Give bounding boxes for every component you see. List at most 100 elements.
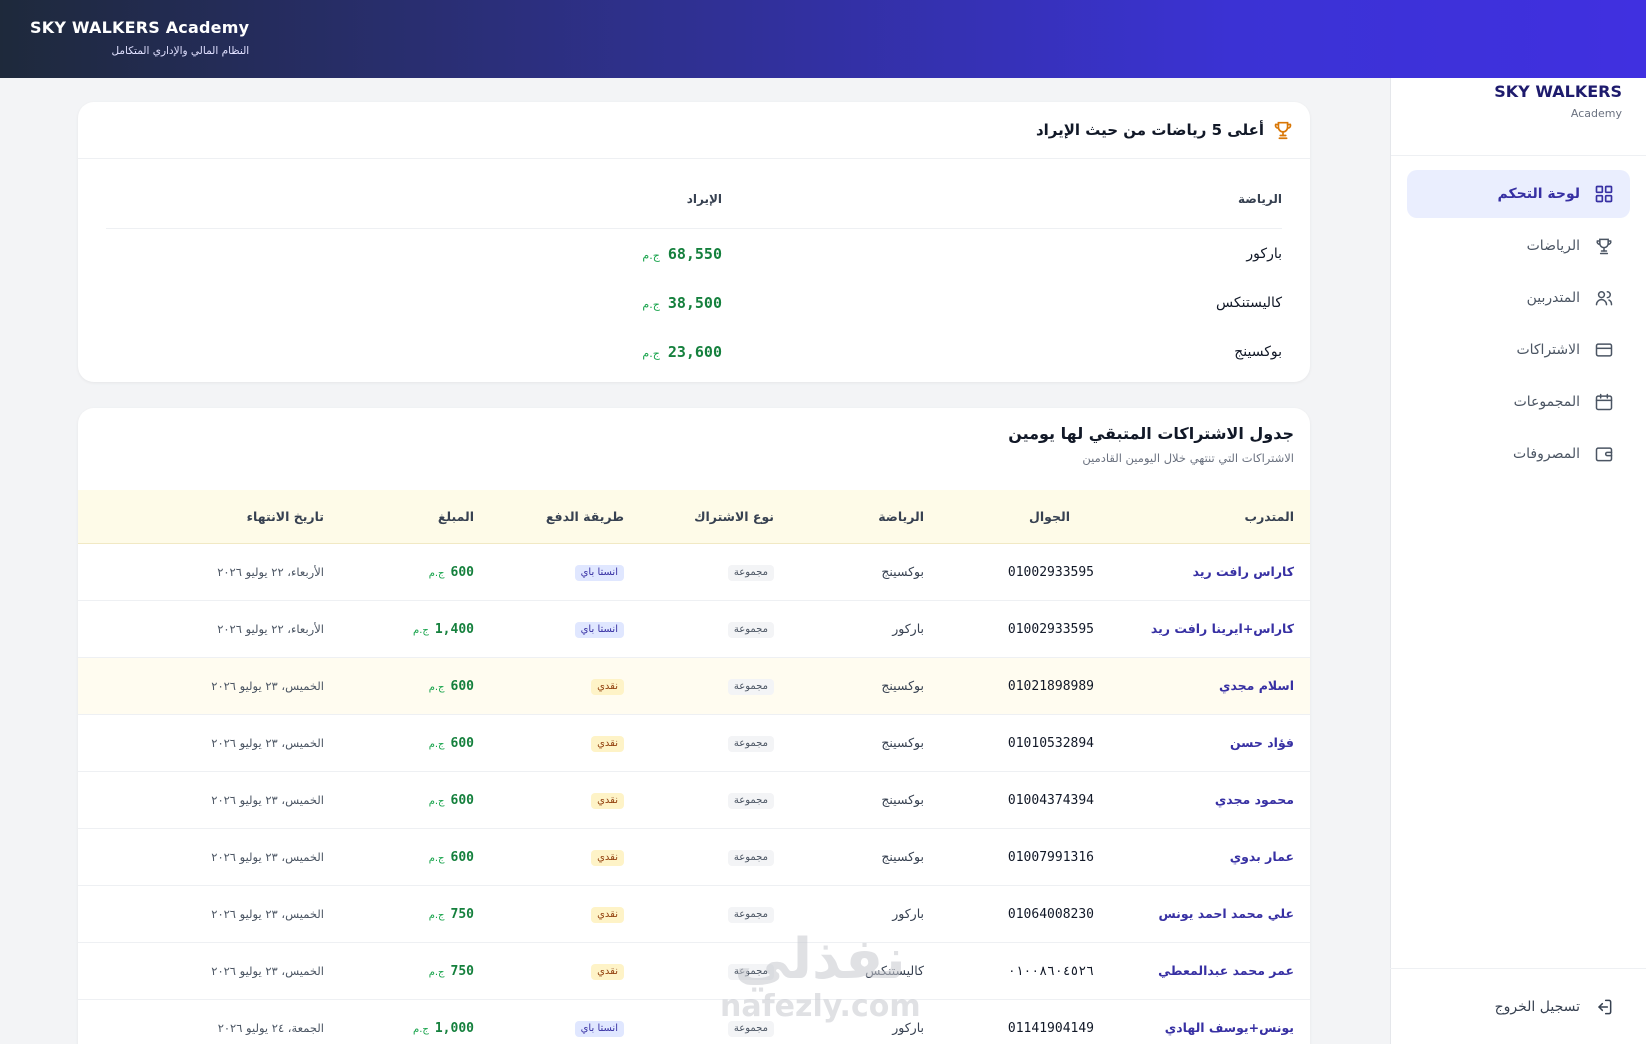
sport-name: بوكسينج <box>881 735 924 750</box>
header-title: SKY WALKERS Academy <box>30 18 250 37</box>
sidebar-item-trainees[interactable]: المتدربين <box>1407 274 1630 322</box>
sidebar-item-groups[interactable]: المجموعات <box>1407 378 1630 426</box>
trainee-name-link[interactable]: يونس+يوسف الهادي <box>1165 1020 1294 1035</box>
amount-value: 1,000 <box>434 1020 474 1036</box>
table-row: كاراس رافت ريد 01002933595 بوكسينج مجموع… <box>78 543 1310 601</box>
col-payment-header[interactable]: طريقة الدفع <box>490 490 640 544</box>
payment-method-badge: نقدي <box>591 906 624 923</box>
trainee-name-link[interactable]: كاراس+ايرينا رافت ريد <box>1151 621 1294 636</box>
end-date: الأربعاء، ٢٢ يوليو ٢٠٢٦ <box>217 565 324 579</box>
sidebar: SKY WALKERS Academy لوحة التحكم الرياضات… <box>1390 78 1646 1044</box>
currency-label: ج.م <box>413 624 429 636</box>
revenue-amount: 23,600 <box>667 342 722 361</box>
currency-label: ج.م <box>642 346 660 360</box>
currency-label: ج.م <box>428 795 445 807</box>
top-sports-card: أعلى 5 رياضات من حيث الإيراد الرياضة الإ… <box>78 102 1310 382</box>
subscription-type-badge: مجموعة <box>727 621 774 638</box>
amount-value: 600 <box>450 792 474 808</box>
payment-method-badge: نقدي <box>591 849 624 866</box>
end-date: الجمعة، ٢٤ يوليو ٢٠٢٦ <box>217 1021 324 1035</box>
header-subtitle: النظام المالي والإداري المتكامل <box>111 45 250 57</box>
amount-value: 600 <box>450 735 474 751</box>
subscription-type-badge: مجموعة <box>727 906 774 923</box>
trainee-name-link[interactable]: اسلام مجدي <box>1219 678 1294 693</box>
users-icon <box>1594 288 1614 308</box>
col-end-date-header[interactable]: تاريخ الانتهاء <box>78 490 340 544</box>
logout-icon <box>1594 997 1614 1017</box>
col-trainee-header[interactable]: المتدرب <box>1110 490 1310 544</box>
sidebar-item-label: الاشتراكات <box>1516 342 1580 358</box>
sidebar-item-sports[interactable]: الرياضات <box>1407 222 1630 270</box>
col-phone-header[interactable]: الجوال <box>940 490 1110 544</box>
currency-label: ج.م <box>413 1023 429 1035</box>
sport-name: باركور <box>892 906 924 921</box>
col-revenue-header: الإيراد <box>686 191 722 206</box>
table-row: يونس+يوسف الهادي 01141904149 باركور مجمو… <box>78 999 1310 1044</box>
expiring-title: جدول الاشتراكات المتبقي لها يومين <box>1008 424 1294 443</box>
table-row: عمار بدوي 01007991316 بوكسينج مجموعة نقد… <box>78 828 1310 886</box>
col-amount-header[interactable]: المبلغ <box>340 490 490 544</box>
trainee-name-link[interactable]: محمود مجدي <box>1215 792 1294 807</box>
table-row: علي محمد احمد يونس 01064008230 باركور مج… <box>78 885 1310 943</box>
end-date: الخميس، ٢٣ يوليو ٢٠٢٦ <box>211 793 324 807</box>
subscription-type-badge: مجموعة <box>727 678 774 695</box>
currency-label: ج.م <box>428 681 445 693</box>
sport-name: كاليستنكس <box>865 963 924 978</box>
trainee-name-link[interactable]: عمار بدوي <box>1230 849 1294 864</box>
revenue-table-header: الرياضة الإيراد <box>106 169 1282 229</box>
amount-value: 1,400 <box>434 621 474 637</box>
sidebar-item-dashboard[interactable]: لوحة التحكم <box>1407 170 1630 218</box>
expiring-subtitle: الاشتراكات التي تنتهي خلال اليومين القاد… <box>1082 451 1294 465</box>
table-header-row: المتدرب الجوال الرياضة نوع الاشتراك طريق… <box>78 490 1310 544</box>
expiring-table: المتدرب الجوال الرياضة نوع الاشتراك طريق… <box>78 490 1310 1044</box>
sidebar-item-label: لوحة التحكم <box>1497 186 1580 202</box>
subscription-type-badge: مجموعة <box>727 564 774 581</box>
amount-value: 600 <box>450 678 474 694</box>
table-row: اسلام مجدي 01021898989 بوكسينج مجموعة نق… <box>78 657 1310 715</box>
payment-method-badge: نقدي <box>591 792 624 809</box>
col-sport-header: الرياضة <box>1238 191 1282 206</box>
end-date: الخميس، ٢٣ يوليو ٢٠٢٦ <box>211 964 324 978</box>
sidebar-item-subscriptions[interactable]: الاشتراكات <box>1407 326 1630 374</box>
table-row: بوكسينج 23,600 ج.م <box>106 327 1282 376</box>
end-date: الأربعاء، ٢٢ يوليو ٢٠٢٦ <box>217 622 324 636</box>
col-type-header[interactable]: نوع الاشتراك <box>640 490 790 544</box>
sport-name: بوكسينج <box>881 678 924 693</box>
currency-label: ج.م <box>642 248 660 262</box>
payment-method-badge: نقدي <box>591 735 624 752</box>
phone-number: 01002933595 <box>1007 564 1094 580</box>
trophy-icon <box>1594 236 1614 256</box>
header-brand: SKY WALKERS Academy النظام المالي والإدا… <box>30 18 249 57</box>
subscription-type-badge: مجموعة <box>727 963 774 980</box>
sport-name: بوكسينج <box>1234 343 1282 360</box>
end-date: الخميس، ٢٣ يوليو ٢٠٢٦ <box>211 679 324 693</box>
sport-name: بوكسينج <box>881 564 924 579</box>
phone-number: 01010532894 <box>1007 735 1094 751</box>
amount-value: 600 <box>450 849 474 865</box>
trainee-name-link[interactable]: فؤاد حسن <box>1230 735 1294 750</box>
calendar-icon <box>1594 392 1614 412</box>
table-row: كاراس+ايرينا رافت ريد 01002933595 باركور… <box>78 600 1310 658</box>
amount-value: 600 <box>450 564 474 580</box>
trainee-name-link[interactable]: عمر محمد عبدالمعطي <box>1158 963 1294 978</box>
phone-number: 01004374394 <box>1007 792 1094 808</box>
phone-number: 01007991316 <box>1007 849 1094 865</box>
logout-button[interactable]: تسجيل الخروج <box>1390 968 1646 1044</box>
end-date: الخميس، ٢٣ يوليو ٢٠٢٦ <box>211 736 324 750</box>
table-row: باركور 68,550 ج.م <box>106 229 1282 278</box>
payment-method-badge: نقدي <box>591 963 624 980</box>
sidebar-item-label: المتدربين <box>1526 290 1580 306</box>
sport-name: بوكسينج <box>881 792 924 807</box>
grid-icon <box>1594 184 1614 204</box>
trophy-icon <box>1272 119 1294 141</box>
subscription-type-badge: مجموعة <box>727 1020 774 1037</box>
phone-number: 01141904149 <box>1007 1020 1094 1036</box>
top-header: SKY WALKERS Academy النظام المالي والإدا… <box>0 0 1646 78</box>
col-sport-header[interactable]: الرياضة <box>790 490 940 544</box>
trainee-name-link[interactable]: علي محمد احمد يونس <box>1159 906 1294 921</box>
amount-value: 750 <box>450 906 474 922</box>
trainee-name-link[interactable]: كاراس رافت ريد <box>1193 564 1294 579</box>
sidebar-item-expenses[interactable]: المصروفات <box>1407 430 1630 478</box>
sidebar-item-label: المجموعات <box>1513 394 1580 410</box>
phone-number: 01021898989 <box>1007 678 1094 694</box>
